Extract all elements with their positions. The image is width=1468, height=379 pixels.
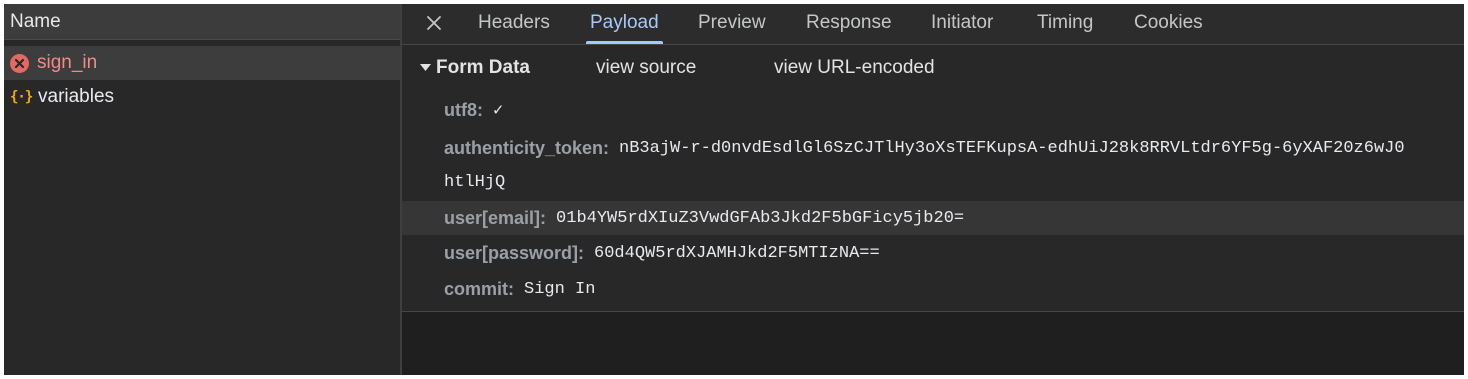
section-title: Form Data: [436, 57, 530, 78]
close-icon[interactable]: [422, 11, 446, 35]
field-key: commit:: [444, 278, 515, 299]
field-value: ✓: [493, 101, 504, 121]
tab-preview[interactable]: Preview: [698, 4, 766, 44]
error-circle-icon: [10, 53, 29, 73]
form-field-row-continuation: htlHjQ: [402, 165, 1464, 199]
field-value: 60d4QW5rdXJAMHJkd2F5MTIzNA==: [594, 243, 880, 263]
view-source-link[interactable]: view source: [596, 57, 696, 79]
request-name: variables: [38, 86, 115, 107]
tab-timing[interactable]: Timing: [1037, 4, 1093, 44]
payload-content: Form Data view source view URL-encoded u…: [402, 45, 1464, 311]
field-key: utf8:: [444, 99, 483, 120]
field-value: nB3ajW-r-d0nvdEsdlGl6SzCJTlHy3oXsTEFKups…: [619, 138, 1405, 158]
request-row-sign-in[interactable]: sign_in: [4, 46, 400, 80]
form-field-row: user[email]: 01b4YW5rdXIuZ3VwdGFAb3Jkd2F…: [402, 201, 1464, 235]
tab-initiator[interactable]: Initiator: [931, 4, 993, 44]
name-column-header[interactable]: Name: [4, 4, 400, 40]
details-tab-bar: Headers Payload Preview Response Initiat…: [402, 4, 1464, 45]
empty-area: [402, 312, 1464, 375]
field-key: user[password]:: [444, 242, 585, 263]
field-key: user[email]:: [444, 207, 547, 228]
form-field-row: utf8: ✓: [402, 93, 1464, 127]
request-details: Headers Payload Preview Response Initiat…: [402, 4, 1464, 375]
braces-icon: {·}: [10, 89, 33, 105]
form-field-row: authenticity_token: nB3ajW-r-d0nvdEsdlGl…: [402, 131, 1464, 165]
form-field-row: commit: Sign In: [402, 272, 1464, 306]
tab-response[interactable]: Response: [806, 4, 892, 44]
request-name: sign_in: [37, 52, 98, 73]
tab-cookies[interactable]: Cookies: [1134, 4, 1203, 44]
triangle-down-icon: [420, 64, 431, 71]
tab-payload[interactable]: Payload: [586, 4, 663, 44]
form-field-row: user[password]: 60d4QW5rdXJAMHJkd2F5MTIz…: [402, 236, 1464, 270]
field-key: authenticity_token:: [444, 137, 610, 158]
field-value: 01b4YW5rdXIuZ3VwdGFAb3Jkd2F5bGFicy5jb20=: [556, 208, 965, 228]
devtools-network-panel: Name sign_in {·} variables Headers Paylo…: [4, 4, 1464, 375]
field-value-continuation: htlHjQ: [444, 172, 506, 192]
view-url-encoded-link[interactable]: view URL-encoded: [774, 57, 935, 79]
request-row-variables[interactable]: {·} variables: [4, 80, 400, 114]
field-value: Sign In: [524, 279, 596, 299]
request-list: Name sign_in {·} variables: [4, 4, 400, 375]
tab-headers[interactable]: Headers: [478, 4, 550, 44]
form-data-header[interactable]: Form Data view source view URL-encoded: [402, 45, 1464, 89]
